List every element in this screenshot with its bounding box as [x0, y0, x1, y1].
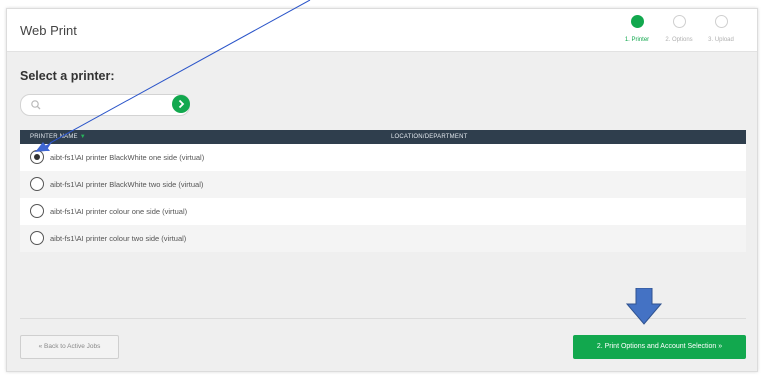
radio-button[interactable] [30, 177, 44, 191]
radio-button[interactable] [30, 204, 44, 218]
step-label: 1. Printer [624, 37, 650, 43]
sort-down-icon: ▼ [79, 134, 86, 140]
search-box[interactable] [20, 94, 190, 116]
step-options: 2. Options [659, 13, 699, 43]
search-input[interactable] [47, 97, 169, 113]
step-label: 3. Upload [708, 37, 734, 43]
step-dot-icon [714, 15, 728, 28]
chevron-right-icon [178, 99, 185, 109]
step-dot-icon [630, 15, 644, 28]
back-to-active-jobs-button[interactable]: « Back to Active Jobs [20, 335, 119, 359]
table-row[interactable]: aibt-fs1\AI printer BlackWhite one side … [20, 144, 746, 171]
table-header: PRINTER NAME ▼ LOCATION/DEPARTMENT [20, 130, 746, 144]
printer-name: aibt-fs1\AI printer BlackWhite one side … [50, 153, 205, 162]
step-printer: 1. Printer [617, 13, 657, 43]
print-options-button[interactable]: 2. Print Options and Account Selection » [573, 335, 746, 359]
step-upload: 3. Upload [701, 13, 741, 43]
printer-table: PRINTER NAME ▼ LOCATION/DEPARTMENT aibt-f… [20, 130, 746, 252]
printer-name: aibt-fs1\AI printer BlackWhite two side … [50, 180, 204, 189]
header-bar: Web Print 1. Printer 2. Options 3. Uploa… [7, 9, 757, 52]
magnifier-icon [31, 100, 41, 110]
printer-name: aibt-fs1\AI printer colour two side (vir… [50, 234, 187, 243]
radio-button[interactable] [30, 231, 44, 245]
page-title: Select a printer: [20, 69, 115, 83]
table-row[interactable]: aibt-fs1\AI printer colour one side (vir… [20, 198, 746, 225]
search-go-button[interactable] [172, 95, 190, 113]
column-header-location[interactable]: LOCATION/DEPARTMENT [391, 134, 467, 140]
printer-name: aibt-fs1\AI printer colour one side (vir… [50, 207, 188, 216]
table-row[interactable]: aibt-fs1\AI printer colour two side (vir… [20, 225, 746, 252]
table-row[interactable]: aibt-fs1\AI printer BlackWhite two side … [20, 171, 746, 198]
app-title: Web Print [20, 23, 77, 38]
radio-checked-icon[interactable] [30, 150, 44, 164]
column-header-printer-name[interactable]: PRINTER NAME ▼ [30, 134, 86, 140]
down-arrow-icon [625, 288, 663, 325]
step-indicator: 1. Printer 2. Options 3. Upload [615, 13, 741, 43]
step-dot-icon [672, 15, 686, 28]
step-label: 2. Options [665, 37, 693, 43]
